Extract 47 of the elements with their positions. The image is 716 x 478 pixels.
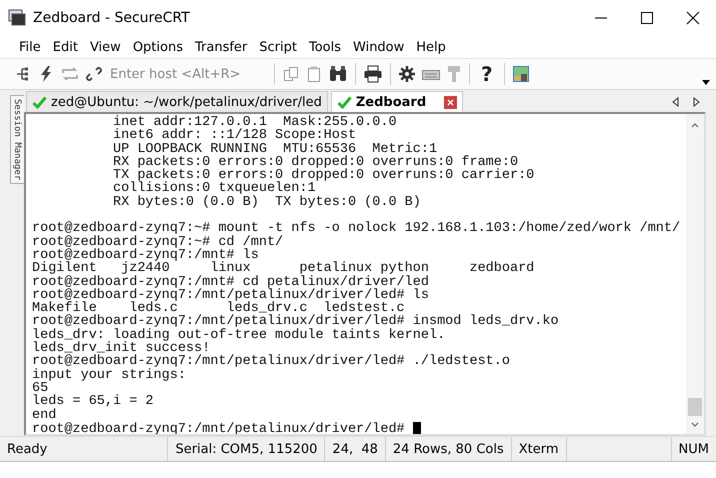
terminal-line: Digilent jz2440 linux petalinux python zedboard <box>32 261 534 276</box>
link-icon[interactable] <box>85 65 103 83</box>
map-icon[interactable] <box>512 65 530 83</box>
terminal-line: collisions:0 txqueuelen:1 <box>112 181 316 196</box>
window-title: Zedboard - SecureCRT <box>33 10 191 26</box>
check-icon <box>32 96 47 108</box>
menu-item[interactable]: Transfer <box>188 38 254 56</box>
host-field[interactable]: Enter host <Alt+R> <box>108 64 267 84</box>
terminal-line: leds = 65,i = 2 <box>32 394 154 410</box>
scroll-right-icon[interactable] <box>693 97 700 107</box>
terminal-line: RX bytes:0 (0.0 B) TX bytes:0 (0.0 B) <box>112 194 421 210</box>
help-button[interactable]: ? <box>477 64 497 84</box>
maximize-icon[interactable] <box>640 11 654 25</box>
copy-icon[interactable] <box>282 65 300 83</box>
scrollbar-thumb[interactable] <box>688 398 702 416</box>
scroll-left-icon[interactable] <box>672 97 679 107</box>
session-manager-tab[interactable]: Session Manager <box>10 95 24 184</box>
menu-item[interactable]: Tools <box>302 38 348 56</box>
menu-item[interactable]: View <box>84 38 127 56</box>
terminal-line: input your strings: <box>32 368 186 383</box>
menu-item[interactable]: Help <box>410 38 452 56</box>
dropdown-caret-icon[interactable] <box>702 80 710 85</box>
app-icon <box>8 9 26 27</box>
menu-item[interactable]: Window <box>347 38 410 56</box>
text-cursor <box>412 422 421 434</box>
terminal-line: inet6 addr: ::1/128 Scope:Host <box>112 128 356 144</box>
session-tab[interactable]: Zedboard <box>330 91 464 112</box>
menu-item[interactable]: File <box>13 38 47 56</box>
close-tab-icon[interactable] <box>444 96 458 108</box>
check-icon <box>336 96 352 108</box>
menu-item[interactable]: Script <box>253 38 303 56</box>
terminal-line: root@zedboard-zynq7:~# mount -t nfs -o nolock 192.168.1.103:/home/zed/work /mnt/ <box>32 221 680 236</box>
terminal-line: root@zedboard-zynq7:/mnt/petalinux/driver/led# insmod leds_drv.ko <box>32 314 559 330</box>
menu-item[interactable]: Options <box>126 38 189 56</box>
scrollbar[interactable] <box>686 114 704 434</box>
print-icon[interactable] <box>363 65 383 83</box>
settings-icon[interactable] <box>398 65 416 83</box>
menu-item[interactable]: Edit <box>46 38 84 56</box>
paste-icon[interactable] <box>305 65 323 83</box>
binoculars-icon[interactable] <box>328 65 348 83</box>
session-tab[interactable]: zed@Ubuntu: ~/work/petalinux/driver/led <box>26 91 328 112</box>
close-icon[interactable] <box>686 11 700 25</box>
status-field: Ready <box>0 437 168 461</box>
terminal-line: root@zedboard-zynq7:/mnt/petalinux/driver/led# ./ledstest.o <box>32 354 510 370</box>
terminal-line: end <box>32 408 56 423</box>
scroll-up-icon[interactable] <box>691 122 699 128</box>
scroll-down-icon[interactable] <box>691 422 699 428</box>
